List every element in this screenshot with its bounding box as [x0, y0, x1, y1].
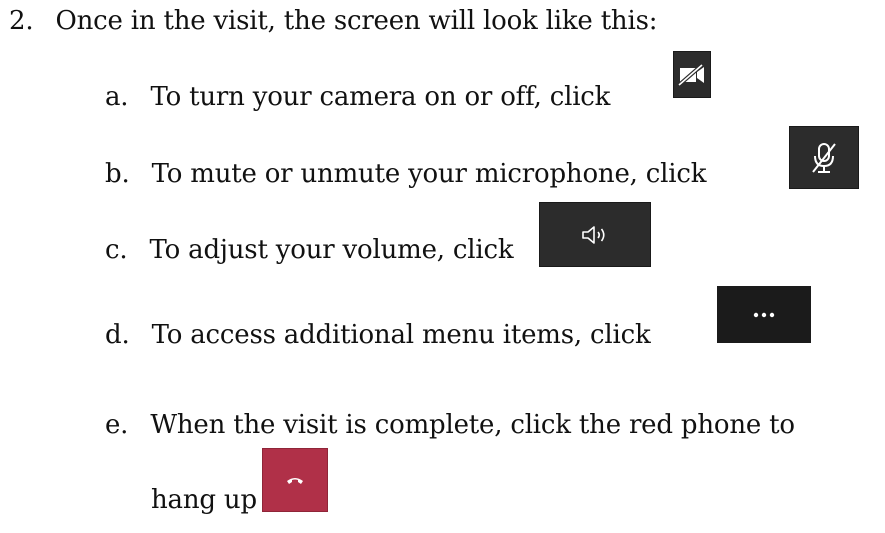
instruction-item-microphone: b. To mute or unmute your microphone, cl…: [105, 158, 706, 190]
item-text: When the visit is complete, click the re…: [150, 410, 795, 440]
instruction-item-camera: a. To turn your camera on or off, click: [105, 81, 610, 113]
volume-button[interactable]: [539, 202, 651, 267]
more-options-icon: [753, 312, 775, 317]
microphone-muted-icon: [812, 142, 836, 173]
step-line: 2. Once in the visit, the screen will lo…: [9, 5, 658, 37]
item-marker: d.: [105, 320, 130, 350]
step-text: Once in the visit, the screen will look …: [55, 6, 658, 36]
microphone-toggle-button[interactable]: [789, 126, 859, 189]
instruction-item-hang-up-continued: hang up: [151, 484, 257, 516]
item-text-continued: hang up: [151, 485, 257, 515]
more-options-button[interactable]: [717, 286, 811, 343]
item-marker: a.: [105, 82, 129, 112]
item-marker: c.: [105, 235, 128, 265]
item-text: To mute or unmute your microphone, click: [151, 159, 707, 189]
instruction-item-hang-up: e. When the visit is complete, click the…: [105, 409, 795, 441]
item-marker: e.: [105, 410, 129, 440]
speaker-icon: [582, 225, 605, 244]
hang-up-phone-icon: [287, 478, 303, 484]
instruction-item-volume: c. To adjust your volume, click: [105, 234, 514, 266]
camera-off-icon: [678, 63, 704, 86]
instruction-item-more: d. To access additional menu items, clic…: [105, 319, 651, 351]
item-marker: b.: [105, 159, 130, 189]
instructions-document: 2. Once in the visit, the screen will lo…: [0, 0, 885, 533]
step-number: 2.: [9, 6, 34, 36]
item-text: To adjust your volume, click: [149, 235, 514, 265]
camera-toggle-button[interactable]: [673, 51, 711, 98]
item-text: To turn your camera on or off, click: [150, 82, 611, 112]
item-text: To access additional menu items, click: [151, 320, 651, 350]
hang-up-button[interactable]: [262, 448, 328, 512]
